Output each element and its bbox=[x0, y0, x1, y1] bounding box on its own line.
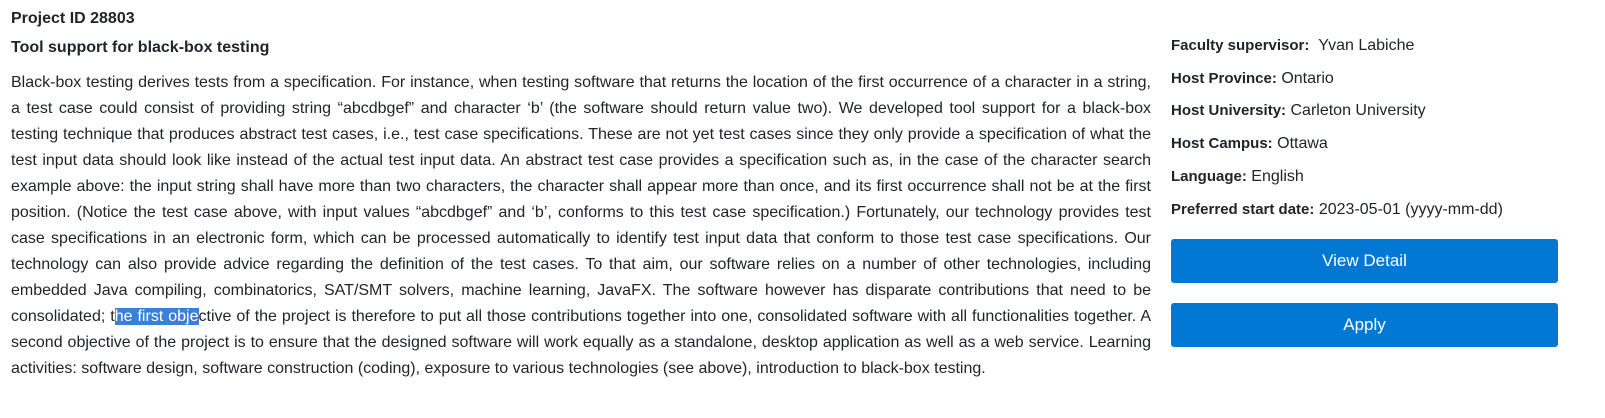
description-text-before: Black-box testing derives tests from a s… bbox=[11, 74, 1151, 325]
host-province-value: Ontario bbox=[1281, 69, 1334, 87]
project-description: Black-box testing derives tests from a s… bbox=[11, 70, 1151, 382]
project-details-sidebar: Faculty supervisor: Yvan Labiche Host Pr… bbox=[1171, 30, 1559, 348]
project-card: Project ID 28803 Tool support for black-… bbox=[0, 0, 1605, 418]
project-title: Tool support for black-box testing bbox=[11, 39, 270, 56]
host-campus-row: Host Campus: Ottawa bbox=[1171, 128, 1559, 161]
apply-button[interactable]: Apply bbox=[1171, 303, 1558, 348]
faculty-supervisor-row: Faculty supervisor: Yvan Labiche bbox=[1171, 30, 1559, 63]
language-label: Language: bbox=[1171, 167, 1247, 185]
view-detail-button[interactable]: View Detail bbox=[1171, 239, 1558, 284]
faculty-supervisor-value: Yvan Labiche bbox=[1318, 37, 1415, 54]
host-campus-value: Ottawa bbox=[1277, 135, 1328, 153]
language-row: Language: English bbox=[1171, 161, 1559, 194]
project-id: Project ID 28803 bbox=[11, 10, 135, 27]
host-university-row: Host University: Carleton University bbox=[1171, 95, 1559, 128]
host-university-label: Host University: bbox=[1171, 102, 1287, 120]
preferred-start-date-value: 2023-05-01 (yyyy-mm-dd) bbox=[1318, 200, 1503, 218]
host-campus-label: Host Campus: bbox=[1171, 135, 1273, 153]
host-province-row: Host Province: Ontario bbox=[1171, 63, 1559, 96]
host-university-value: Carleton University bbox=[1290, 102, 1426, 120]
preferred-start-date-row: Preferred start date: 2023-05-01 (yyyy-m… bbox=[1171, 194, 1559, 227]
faculty-supervisor-label: Faculty supervisor: bbox=[1171, 37, 1310, 54]
host-province-label: Host Province: bbox=[1171, 69, 1277, 87]
preferred-start-date-label: Preferred start date: bbox=[1171, 200, 1315, 218]
project-main: Project ID 28803 Tool support for black-… bbox=[11, 8, 1151, 382]
selected-text: he first obje bbox=[114, 308, 199, 325]
language-value: English bbox=[1251, 167, 1304, 185]
